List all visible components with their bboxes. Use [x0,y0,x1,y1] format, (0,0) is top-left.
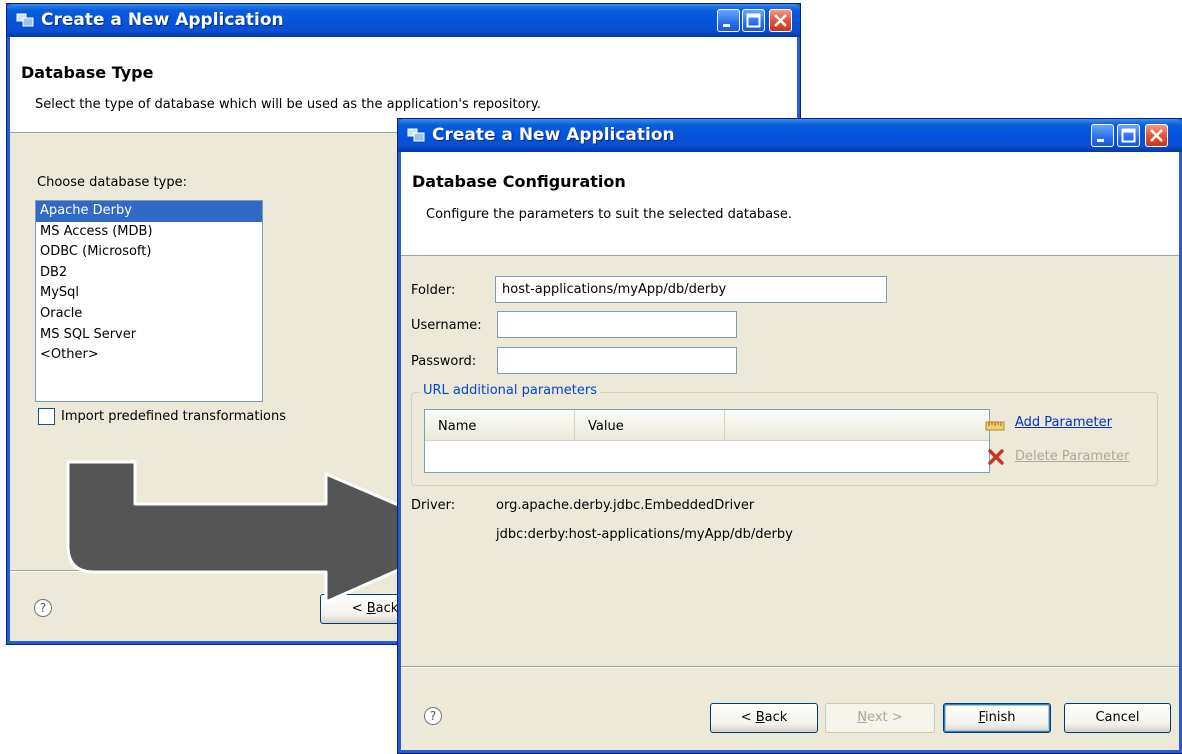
password-input[interactable] [497,347,737,374]
page-description: Select the type of database which will b… [35,97,541,112]
list-item[interactable]: Oracle [36,304,262,325]
help-icon[interactable]: ? [424,707,442,725]
url-parameters-group: URL additional parameters Name Value Add… [411,383,1158,486]
maximize-button[interactable] [1117,124,1140,147]
folder-label: Folder: [411,283,456,298]
page-title: Database Type [21,63,154,82]
application-icon [407,128,425,142]
title-bar[interactable]: Create a New Application [7,4,800,37]
minimize-icon [723,24,730,27]
list-item[interactable]: DB2 [36,263,262,284]
list-item-label: MySql [40,285,80,301]
driver-value: org.apache.derby.jdbc.EmbeddedDriver [496,498,755,513]
help-icon[interactable]: ? [34,599,52,617]
list-item-label: MS Access (MDB) [40,223,153,239]
help-glyph: ? [429,709,437,723]
finish-button[interactable]: Finish [943,703,1051,733]
maximize-button[interactable] [742,9,765,32]
next-button-mnemonic: N [857,710,868,725]
list-item[interactable]: MS Access (MDB) [36,222,262,243]
maximize-icon [746,13,761,28]
help-glyph: ? [39,601,47,615]
wizard-header: Database Configuration Configure the par… [401,152,1179,256]
jdbc-url-value: jdbc:derby:host-applications/myApp/db/de… [496,527,793,542]
password-label: Password: [411,354,477,369]
close-icon [774,14,787,27]
list-item-label: DB2 [40,264,68,280]
import-transformations-label: Import predefined transformations [61,409,287,424]
url-parameters-group-title: URL additional parameters [420,383,601,398]
delete-icon [988,449,1004,465]
back-button-mnemonic: B [755,710,765,725]
folder-input[interactable]: host-applications/myApp/db/derby [495,276,887,303]
column-header-name[interactable]: Name [425,410,575,440]
import-transformations-checkbox[interactable] [38,408,55,425]
database-configuration-window: Create a New Application Database Config… [397,118,1182,754]
back-button-mnemonic: B [366,601,376,616]
username-input[interactable] [497,311,737,338]
choose-database-type-label: Choose database type: [37,175,187,190]
minimize-icon [1097,139,1104,142]
list-item[interactable]: MySql [36,283,262,304]
close-button[interactable] [769,9,792,32]
minimize-button[interactable] [1091,124,1114,147]
footer-divider [401,666,1179,668]
cancel-button[interactable]: Cancel [1064,703,1171,733]
list-item-label: Apache Derby [40,203,132,218]
application-icon [16,13,34,27]
list-item-label: <Other> [40,347,99,363]
list-item[interactable]: Apache Derby [36,201,262,222]
back-button[interactable]: < Back [710,703,818,733]
username-label: Username: [411,318,482,333]
back-button-prefix: < [740,710,756,725]
window-title: Create a New Application [41,10,284,30]
list-item[interactable]: <Other> [36,345,262,366]
title-bar[interactable]: Create a New Application [398,119,1182,152]
list-item[interactable]: MS SQL Server [36,325,262,346]
finish-button-rest: inish [985,710,1016,725]
window-title: Create a New Application [432,125,675,145]
add-parameter-link[interactable]: Add Parameter [1015,415,1112,430]
list-item-label: Oracle [40,305,83,321]
database-type-list[interactable]: Apache Derby MS Access (MDB) ODBC (Micro… [35,200,263,402]
driver-label: Driver: [411,498,456,513]
close-icon [1150,129,1163,142]
parameters-table-header: Name Value [425,410,989,441]
list-item[interactable]: ODBC (Microsoft) [36,242,262,263]
maximize-icon [1121,128,1136,143]
list-item-label: MS SQL Server [40,326,137,342]
page-description: Configure the parameters to suit the sel… [426,207,793,222]
close-button[interactable] [1145,124,1168,147]
add-parameter-icon [985,421,1005,431]
back-button-prefix: < [351,601,367,616]
parameters-table[interactable]: Name Value [424,409,990,473]
next-button[interactable]: Next > [825,703,935,733]
back-button-rest: ack [764,710,788,725]
delete-parameter-link[interactable]: Delete Parameter [1015,449,1129,464]
list-item-label: ODBC (Microsoft) [40,244,152,260]
column-header-value[interactable]: Value [575,410,725,440]
page-title: Database Configuration [412,172,626,191]
back-button-rest: ack [375,601,399,616]
next-button-rest: ext > [867,710,903,725]
minimize-button[interactable] [717,9,740,32]
